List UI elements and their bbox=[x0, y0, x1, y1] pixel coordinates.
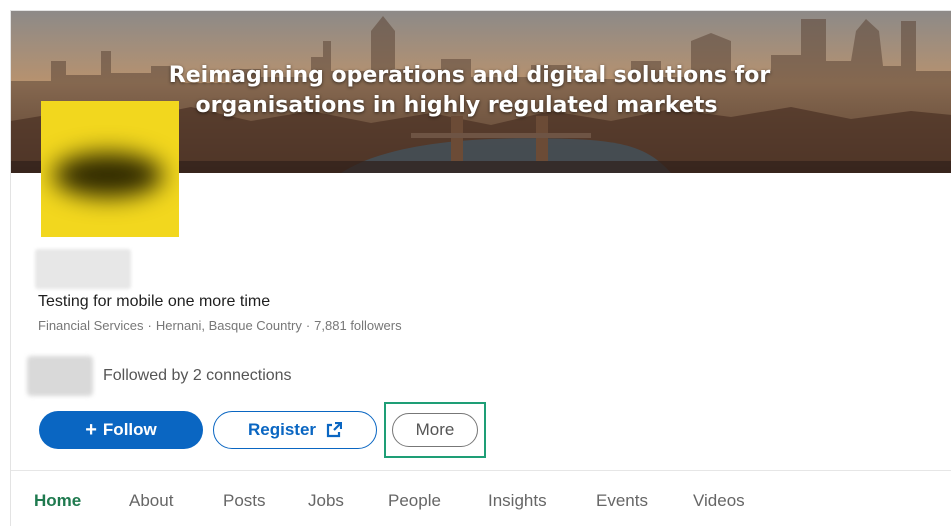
tab-events[interactable]: Events bbox=[596, 481, 648, 521]
tab-posts[interactable]: Posts bbox=[223, 481, 266, 521]
tab-videos[interactable]: Videos bbox=[693, 481, 745, 521]
industry: Financial Services bbox=[38, 318, 144, 333]
follow-label: Follow bbox=[102, 420, 157, 439]
tab-jobs[interactable]: Jobs bbox=[308, 481, 344, 521]
meta-separator: · bbox=[305, 318, 311, 333]
meta-separator: · bbox=[147, 318, 152, 333]
tab-people[interactable]: People bbox=[388, 481, 441, 521]
follower-count[interactable]: 7,881 followers bbox=[314, 318, 401, 333]
banner-line-1: Reimagining operations and digital solut… bbox=[168, 63, 771, 88]
tabs-divider bbox=[11, 470, 951, 471]
company-meta: Financial Services · Hernani, Basque Count… bbox=[38, 318, 402, 333]
tab-about[interactable]: About bbox=[129, 481, 173, 521]
follow-button[interactable]: + Follow bbox=[39, 411, 203, 449]
connection-avatars[interactable] bbox=[27, 356, 93, 396]
location: Hernani, Basque Country bbox=[155, 318, 302, 333]
tab-home[interactable]: Home bbox=[34, 481, 81, 521]
company-page-card: Reimagining operations and digital solut… bbox=[10, 10, 951, 526]
more-button[interactable]: More bbox=[392, 413, 478, 447]
followed-by-connections[interactable]: Followed by 2 connections bbox=[103, 367, 292, 385]
tab-insights[interactable]: Insights bbox=[488, 481, 547, 521]
logo-mark bbox=[53, 153, 163, 197]
company-tagline: Testing for mobile one more time bbox=[38, 293, 271, 310]
plus-icon: + bbox=[85, 418, 97, 441]
company-logo[interactable] bbox=[41, 101, 179, 237]
external-link-icon bbox=[326, 422, 343, 438]
register-label: Register bbox=[247, 420, 317, 439]
company-name-redacted bbox=[35, 249, 131, 289]
register-button[interactable]: Register bbox=[213, 411, 377, 449]
